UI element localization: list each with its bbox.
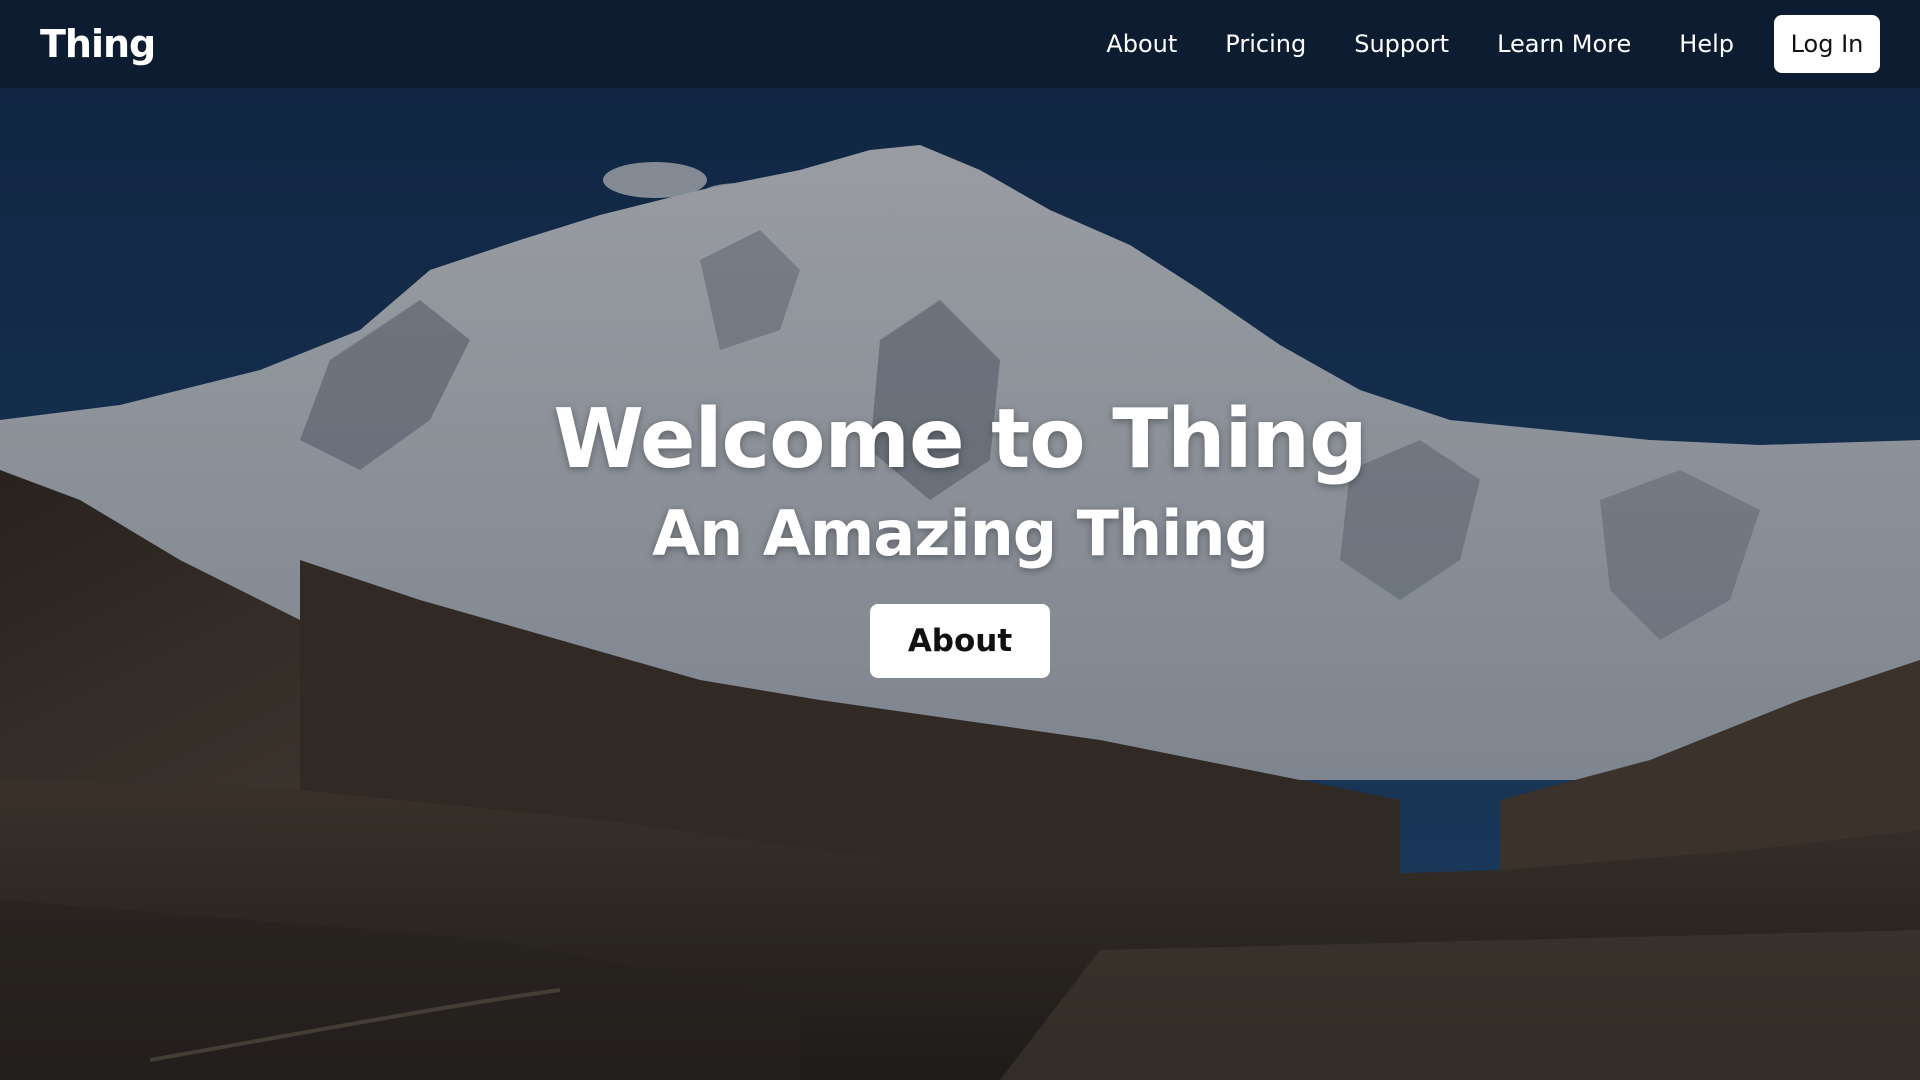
nav-link-help[interactable]: Help	[1679, 30, 1734, 58]
brand-logo[interactable]: Thing	[40, 22, 156, 66]
login-button[interactable]: Log In	[1774, 15, 1880, 73]
hero-about-button[interactable]: About	[870, 604, 1050, 678]
top-navbar: Thing About Pricing Support Learn More H…	[0, 0, 1920, 88]
hero-section: Welcome to Thing An Amazing Thing About	[0, 390, 1920, 678]
landing-page: Thing About Pricing Support Learn More H…	[0, 0, 1920, 1080]
hero-subtitle: An Amazing Thing	[652, 497, 1269, 570]
nav-link-support[interactable]: Support	[1354, 30, 1449, 58]
hero-title: Welcome to Thing	[553, 392, 1367, 487]
nav-link-about[interactable]: About	[1106, 30, 1177, 58]
nav-link-learn-more[interactable]: Learn More	[1497, 30, 1631, 58]
nav-links: About Pricing Support Learn More Help	[1106, 30, 1734, 58]
nav-link-pricing[interactable]: Pricing	[1225, 30, 1306, 58]
